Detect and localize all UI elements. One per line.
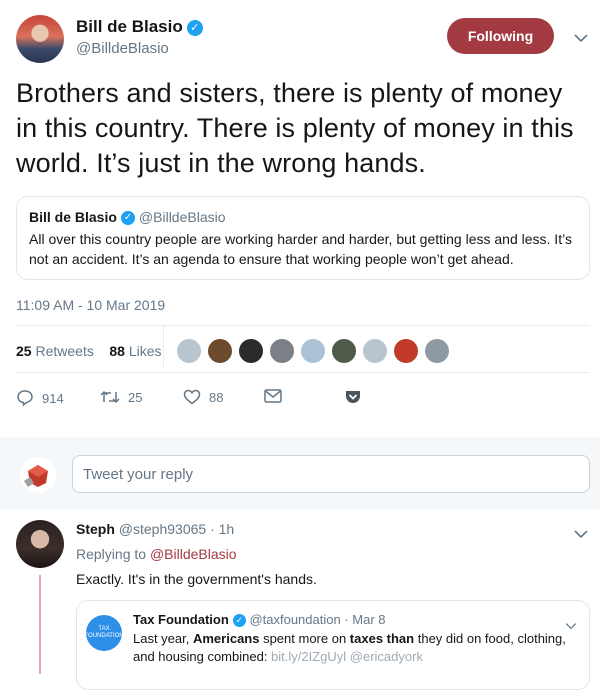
replying-to-label: Replying to: [76, 546, 147, 562]
liker-avatar[interactable]: [394, 339, 418, 363]
verified-badge-icon: ✓: [120, 211, 135, 226]
retweets-count: 25: [16, 343, 32, 359]
reply-text: Exactly. It's in the government's hands.: [76, 571, 317, 587]
tweet-actions: 914 25 88: [16, 389, 576, 411]
reply-quoted-link[interactable]: bit.ly/2IZgUyl @ericadyork: [271, 649, 423, 664]
liker-avatar[interactable]: [208, 339, 232, 363]
like-count: 88: [209, 389, 224, 405]
likes-count: 88: [109, 343, 125, 359]
reply-quoted-text-bold: taxes than: [349, 631, 415, 646]
reply-time[interactable]: · 1h: [210, 521, 234, 537]
chevron-down-icon[interactable]: [574, 526, 588, 542]
liker-avatar[interactable]: [363, 339, 387, 363]
tweet-text: Brothers and sisters, there is plenty of…: [16, 78, 574, 178]
verified-badge-icon: ✓: [186, 19, 203, 36]
current-user-avatar[interactable]: [20, 457, 56, 493]
reply-quoted-text-part: spent more on: [259, 631, 350, 646]
retweets-label: Retweets: [35, 343, 94, 359]
retweet-action[interactable]: 25: [100, 389, 142, 405]
likes-label: Likes: [128, 343, 162, 359]
author-name-row[interactable]: Bill de Blasio ✓: [76, 17, 203, 37]
retweet-icon: [100, 390, 120, 404]
reply-quoted-author-handle: @taxfoundation: [249, 612, 341, 627]
quoted-tweet-text: All over this country people are working…: [29, 231, 572, 268]
author-name[interactable]: Bill de Blasio: [76, 17, 183, 36]
liker-avatar[interactable]: [239, 339, 263, 363]
like-action[interactable]: 88: [183, 389, 223, 405]
author-avatar[interactable]: [16, 15, 64, 63]
liker-avatar[interactable]: [177, 339, 201, 363]
author-handle[interactable]: @BilldeBlasio: [76, 40, 169, 57]
liker-avatars: [177, 339, 456, 363]
divider: [16, 325, 590, 326]
quoted-author-name: Bill de Blasio: [29, 209, 117, 225]
reply-quoted-text-part: Last year,: [133, 631, 193, 646]
thread-line: [39, 575, 41, 674]
liker-avatar[interactable]: [425, 339, 449, 363]
pocket-icon: [346, 391, 360, 403]
envelope-icon: [264, 389, 282, 403]
reply-quoted-date: · Mar 8: [344, 612, 386, 627]
quoted-tweet[interactable]: Bill de Blasio ✓ @BilldeBlasio All over th…: [16, 196, 590, 280]
liker-avatar[interactable]: [332, 339, 356, 363]
likes-stat[interactable]: 88 Likes: [109, 343, 161, 359]
tax-foundation-logo-text: TAX FOUNDATION: [84, 626, 124, 639]
replying-to: Replying to @BilldeBlasio: [76, 546, 237, 562]
heart-icon: [183, 389, 201, 405]
replying-to-link[interactable]: @BilldeBlasio: [150, 546, 237, 562]
reply-quoted-author-name: Tax Foundation: [133, 612, 229, 627]
stats-separator: [163, 326, 164, 368]
quoted-author-handle: @BilldeBlasio: [138, 209, 226, 225]
reply-count: 914: [42, 390, 64, 406]
verified-badge-icon: ✓: [232, 614, 246, 628]
direct-message-action[interactable]: [264, 389, 282, 403]
tax-foundation-avatar: TAX FOUNDATION: [84, 615, 124, 651]
reply-quoted-text: Last year, Americans spent more on taxes…: [133, 630, 578, 666]
reply-quoted-text-bold: Americans: [192, 631, 260, 646]
reply-icon: [17, 390, 33, 407]
reply-author-row: Steph @steph93065 · 1h: [76, 521, 234, 537]
retweet-count: 25: [128, 389, 143, 405]
divider: [16, 372, 590, 373]
reply-author-avatar[interactable]: [16, 520, 64, 568]
pocket-save-action[interactable]: [345, 389, 361, 404]
liker-avatar[interactable]: [301, 339, 325, 363]
engagement-stats: 25 Retweets 88 Likes: [16, 343, 162, 359]
liker-avatar[interactable]: [270, 339, 294, 363]
chevron-down-icon[interactable]: [574, 30, 588, 46]
reply-author-name[interactable]: Steph: [76, 521, 115, 537]
tweet-timestamp[interactable]: 11:09 AM - 10 Mar 2019: [16, 297, 165, 313]
reply-input[interactable]: Tweet your reply: [72, 455, 590, 493]
retweets-stat[interactable]: 25 Retweets: [16, 343, 94, 359]
reply-author-handle[interactable]: @steph93065: [119, 521, 206, 537]
following-button[interactable]: Following: [447, 18, 554, 54]
reply-quoted-head: Tax Foundation ✓ @taxfoundation · Mar 8: [133, 612, 386, 628]
reply-action[interactable]: 914: [16, 389, 64, 407]
